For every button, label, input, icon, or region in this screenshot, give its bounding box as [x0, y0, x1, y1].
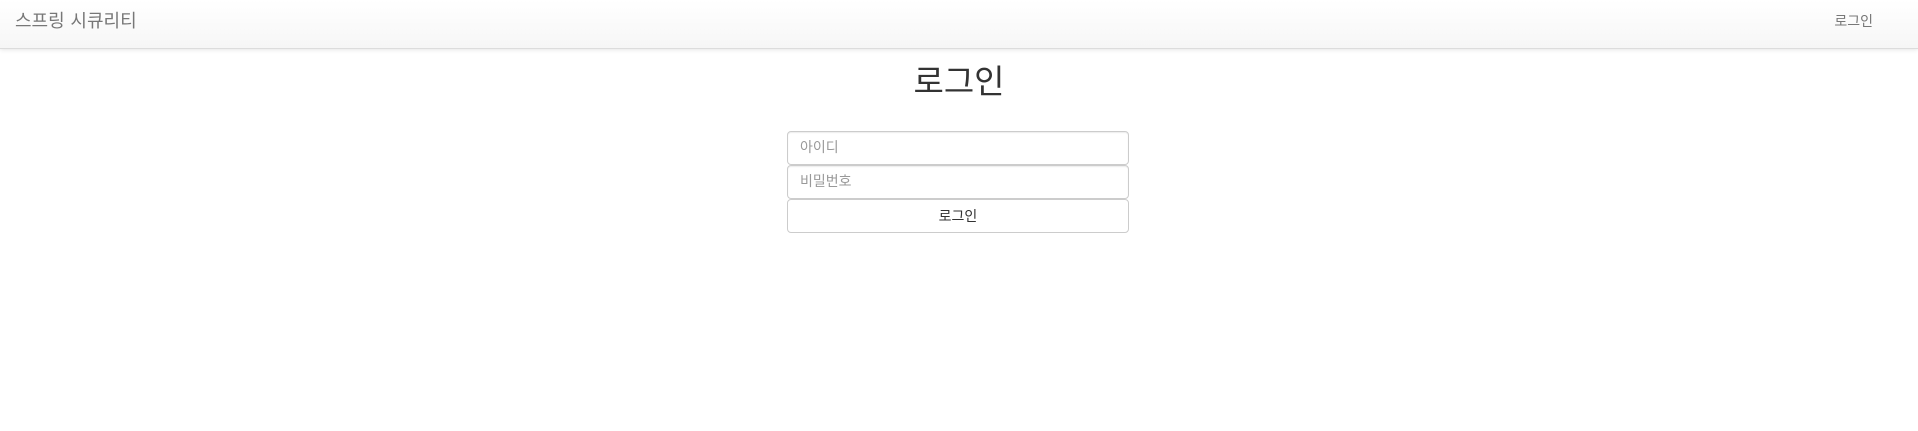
brand-link[interactable]: 스프링 시큐리티 — [15, 0, 137, 44]
username-input[interactable] — [787, 131, 1129, 165]
top-navbar: 스프링 시큐리티 로그인 — [0, 0, 1918, 49]
login-button[interactable]: 로그인 — [787, 199, 1129, 233]
nav-login-link[interactable]: 로그인 — [1834, 0, 1873, 44]
page-title: 로그인 — [913, 62, 1005, 101]
password-input[interactable] — [787, 165, 1129, 199]
login-form: 로그인 — [787, 131, 1129, 233]
